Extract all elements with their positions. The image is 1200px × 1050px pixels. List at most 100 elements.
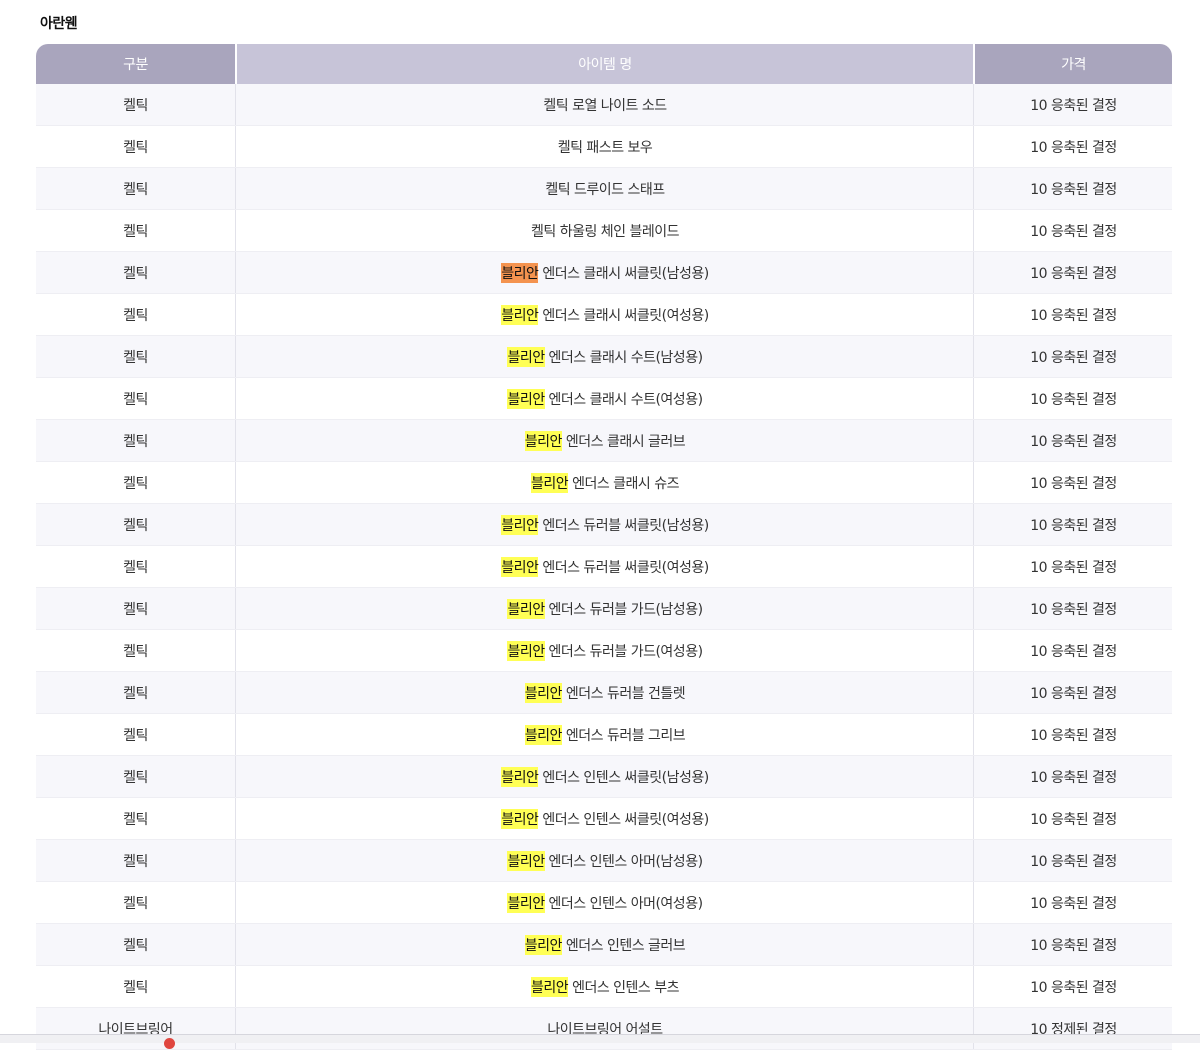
highlight-mark: 블리안: [507, 598, 545, 619]
cell-category: 켈틱: [36, 168, 236, 209]
table-row: 켈틱 블리안 엔더스 클래시 수트(남성용) 10 응축된 결정: [36, 336, 1172, 378]
cell-price: 10 응축된 결정: [1030, 643, 1117, 660]
cell-price: 10 응축된 결정: [1030, 475, 1117, 492]
item-name-text: 엔더스 클래시 써클릿(여성용): [538, 307, 709, 324]
item-name-text: 켈틱 드루이드 스태프: [545, 181, 665, 198]
cell-category: 켈틱: [36, 294, 236, 335]
cell-item-name: 블리안 엔더스 클래시 수트(남성용): [237, 336, 974, 377]
item-name-text: 엔더스 인텐스 써클릿(남성용): [538, 769, 709, 786]
item-name-text: 엔더스 클래시 글러브: [561, 433, 686, 450]
item-name-text: 엔더스 클래시 슈즈: [568, 475, 680, 492]
cell-price: 10 응축된 결정: [1030, 685, 1117, 702]
table-row: 켈틱 블리안 엔더스 클래시 써클릿(남성용) 10 응축된 결정: [36, 252, 1172, 294]
cell-item-name: 블리안 엔더스 듀러블 써클릿(남성용): [237, 504, 974, 545]
table-row: 켈틱 블리안 엔더스 인텐스 글러브 10 응축된 결정: [36, 924, 1172, 966]
cell-item-name: 블리안 엔더스 인텐스 글러브: [237, 924, 974, 965]
table-row: 켈틱 켈틱 하울링 체인 블레이드 10 응축된 결정: [36, 210, 1172, 252]
cell-item-name: 블리안 엔더스 인텐스 아머(여성용): [237, 882, 974, 923]
item-name-text: 엔더스 클래시 수트(여성용): [544, 391, 704, 408]
highlight-mark: 블리안: [524, 934, 562, 955]
table-row: 켈틱 블리안 엔더스 듀러블 가드(남성용) 10 응축된 결정: [36, 588, 1172, 630]
table-row: 켈틱 블리안 엔더스 듀러블 그리브 10 응축된 결정: [36, 714, 1172, 756]
table-row: 켈틱 블리안 엔더스 인텐스 써클릿(남성용) 10 응축된 결정: [36, 756, 1172, 798]
table-body: 켈틱 켈틱 로열 나이트 소드 10 응축된 결정 켈틱 켈틱 패스트 보우 10 응축된…: [36, 84, 1172, 1050]
cell-item-name: 블리안 엔더스 듀러블 건틀렛: [237, 672, 974, 713]
cell-price: 10 응축된 결정: [1030, 391, 1117, 408]
cell-item-name: 블리안 엔더스 인텐스 아머(남성용): [237, 840, 974, 881]
item-name-text: 엔더스 인텐스 부츠: [568, 979, 680, 996]
highlight-mark: 블리안: [501, 766, 539, 787]
cell-category: 켈틱: [36, 798, 236, 839]
cell-category: 켈틱: [36, 378, 236, 419]
cell-category: 켈틱: [36, 420, 236, 461]
cell-category: 켈틱: [36, 714, 236, 755]
item-name-text: 엔더스 인텐스 글러브: [561, 937, 686, 954]
cell-price: 10 응축된 결정: [1030, 769, 1117, 786]
highlight-mark: 블리안: [530, 976, 569, 997]
cell-price: 10 응축된 결정: [1030, 307, 1117, 324]
cell-price: 10 응축된 결정: [1030, 139, 1117, 156]
cell-category: 켈틱: [36, 966, 236, 1007]
table-row: 켈틱 블리안 엔더스 인텐스 써클릿(여성용) 10 응축된 결정: [36, 798, 1172, 840]
cell-category: 켈틱: [36, 588, 236, 629]
cell-category: 켈틱: [36, 546, 236, 587]
highlight-mark: 블리안: [530, 472, 569, 493]
cell-category: 켈틱: [36, 672, 236, 713]
cell-item-name: 켈틱 패스트 보우: [237, 126, 974, 167]
table-row: 켈틱 블리안 엔더스 듀러블 써클릿(여성용) 10 응축된 결정: [36, 546, 1172, 588]
cell-item-name: 블리안 엔더스 클래시 슈즈: [237, 462, 974, 503]
table-row: 켈틱 블리안 엔더스 듀러블 건틀렛 10 응축된 결정: [36, 672, 1172, 714]
cell-price: 10 응축된 결정: [1030, 517, 1117, 534]
cell-item-name: 켈틱 드루이드 스태프: [237, 168, 974, 209]
highlight-mark: 블리안: [507, 388, 545, 409]
highlight-mark: 블리안: [501, 556, 539, 577]
item-name-text: 엔더스 듀러블 그리브: [561, 727, 686, 744]
item-name-text: 켈틱 하울링 체인 블레이드: [530, 223, 680, 240]
cell-item-name: 켈틱 하울링 체인 블레이드: [237, 210, 974, 251]
cell-item-name: 블리안 엔더스 클래시 써클릿(여성용): [237, 294, 974, 335]
highlight-mark: 블리안: [501, 514, 539, 535]
cell-price: 10 응축된 결정: [1030, 97, 1117, 114]
table-row: 켈틱 블리안 엔더스 인텐스 아머(남성용) 10 응축된 결정: [36, 840, 1172, 882]
cell-item-name: 블리안 엔더스 듀러블 가드(남성용): [237, 588, 974, 629]
cell-price: 10 응축된 결정: [1030, 727, 1117, 744]
table-row: 켈틱 블리안 엔더스 클래시 써클릿(여성용) 10 응축된 결정: [36, 294, 1172, 336]
cell-category: 켈틱: [36, 756, 236, 797]
cell-price: 10 응축된 결정: [1030, 181, 1117, 198]
table-row: 켈틱 블리안 엔더스 인텐스 아머(여성용) 10 응축된 결정: [36, 882, 1172, 924]
cell-category: 켈틱: [36, 462, 236, 503]
highlight-mark: 블리안: [507, 850, 545, 871]
item-name-text: 엔더스 인텐스 아머(남성용): [544, 853, 704, 870]
table-row: 켈틱 블리안 엔더스 클래시 글러브 10 응축된 결정: [36, 420, 1172, 462]
cell-price: 10 응축된 결정: [1030, 811, 1117, 828]
highlight-mark: 블리안: [524, 430, 562, 451]
table-row: 켈틱 켈틱 로열 나이트 소드 10 응축된 결정: [36, 84, 1172, 126]
cell-price: 10 응축된 결정: [1030, 223, 1117, 240]
cell-price: 10 응축된 결정: [1030, 559, 1117, 576]
cell-item-name: 블리안 엔더스 듀러블 그리브: [237, 714, 974, 755]
table-row: 켈틱 블리안 엔더스 듀러블 써클릿(남성용) 10 응축된 결정: [36, 504, 1172, 546]
cell-item-name: 블리안 엔더스 듀러블 써클릿(여성용): [237, 546, 974, 587]
item-name-text: 엔더스 듀러블 가드(여성용): [544, 643, 704, 660]
cell-price: 10 응축된 결정: [1030, 937, 1117, 954]
item-name-text: 엔더스 듀러블 가드(남성용): [544, 601, 704, 618]
header-item-name: 아이템 명: [237, 44, 973, 84]
cell-category: 켈틱: [36, 840, 236, 881]
cell-item-name: 블리안 엔더스 인텐스 써클릿(남성용): [237, 756, 974, 797]
item-name-text: 엔더스 듀러블 써클릿(여성용): [538, 559, 709, 576]
section-title: 아란웬: [40, 16, 78, 32]
cell-item-name: 블리안 엔더스 듀러블 가드(여성용): [237, 630, 974, 671]
table-header: 구분 아이템 명 가격: [36, 44, 1172, 84]
cell-price: 10 응축된 결정: [1030, 853, 1117, 870]
table-row: 켈틱 블리안 엔더스 듀러블 가드(여성용) 10 응축된 결정: [36, 630, 1172, 672]
cell-category: 켈틱: [36, 336, 236, 377]
highlight-mark: 블리안: [507, 892, 545, 913]
table-row: 켈틱 블리안 엔더스 인텐스 부츠 10 응축된 결정: [36, 966, 1172, 1008]
header-price: 가격: [975, 44, 1172, 84]
cell-item-name: 블리안 엔더스 클래시 글러브: [237, 420, 974, 461]
cell-item-name: 블리안 엔더스 인텐스 부츠: [237, 966, 974, 1007]
cell-price: 10 응축된 결정: [1030, 349, 1117, 366]
item-name-text: 엔더스 인텐스 아머(여성용): [544, 895, 704, 912]
cell-price: 10 응축된 결정: [1030, 979, 1117, 996]
highlight-mark: 블리안: [524, 682, 562, 703]
